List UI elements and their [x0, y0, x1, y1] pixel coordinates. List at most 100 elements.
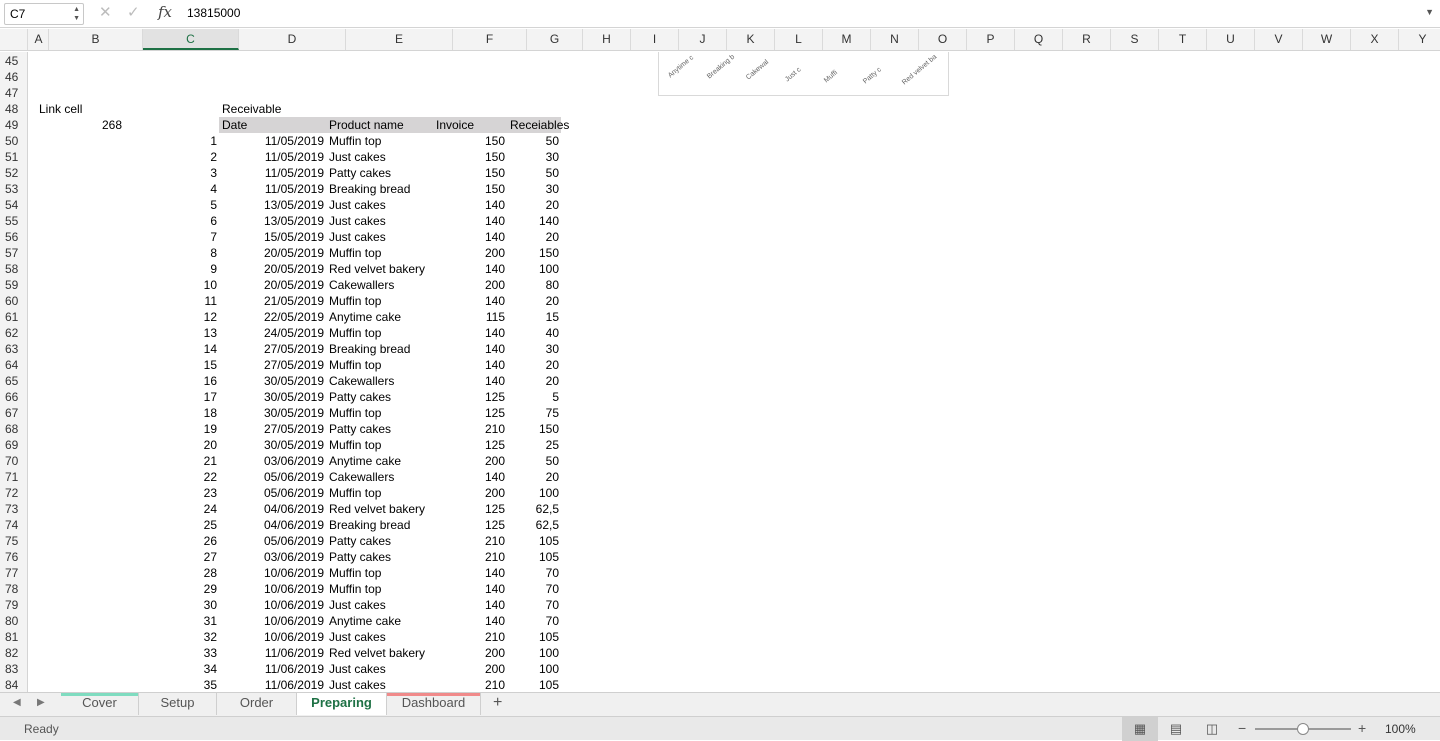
record-product[interactable]: Anytime cake [329, 453, 433, 469]
record-receivable[interactable]: 20 [510, 357, 559, 373]
record-receivable[interactable]: 30 [510, 149, 559, 165]
column-header-l[interactable]: L [775, 29, 823, 50]
enter-icon[interactable]: ✓ [127, 4, 140, 22]
record-invoice[interactable]: 210 [436, 677, 505, 692]
record-product[interactable]: Muffin top [329, 293, 433, 309]
column-header-v[interactable]: V [1255, 29, 1303, 50]
row-header[interactable]: 65 [0, 373, 27, 389]
header-invoice[interactable]: Invoice [436, 117, 474, 133]
record-index[interactable]: 15 [125, 357, 217, 373]
row-header[interactable]: 63 [0, 341, 27, 357]
row-header[interactable]: 75 [0, 533, 27, 549]
record-invoice[interactable]: 140 [436, 357, 505, 373]
record-receivable[interactable]: 20 [510, 229, 559, 245]
record-product[interactable]: Just cakes [329, 197, 433, 213]
row-header[interactable]: 66 [0, 389, 27, 405]
record-date[interactable]: 30/05/2019 [222, 437, 324, 453]
record-date[interactable]: 04/06/2019 [222, 501, 324, 517]
row-header[interactable]: 47 [0, 85, 27, 101]
record-receivable[interactable]: 40 [510, 325, 559, 341]
column-header-r[interactable]: R [1063, 29, 1111, 50]
function-icon[interactable]: fx [158, 3, 172, 21]
record-date[interactable]: 30/05/2019 [222, 373, 324, 389]
row-header[interactable]: 64 [0, 357, 27, 373]
record-date[interactable]: 03/06/2019 [222, 549, 324, 565]
row-header[interactable]: 83 [0, 661, 27, 677]
record-index[interactable]: 7 [125, 229, 217, 245]
record-date[interactable]: 30/05/2019 [222, 405, 324, 421]
record-product[interactable]: Red velvet bakery [329, 501, 433, 517]
record-product[interactable]: Just cakes [329, 661, 433, 677]
record-receivable[interactable]: 20 [510, 373, 559, 389]
record-product[interactable]: Cakewallers [329, 373, 433, 389]
normal-view-icon[interactable]: ▦ [1122, 717, 1158, 741]
record-receivable[interactable]: 30 [510, 341, 559, 357]
row-header[interactable]: 48 [0, 101, 27, 117]
record-date[interactable]: 03/06/2019 [222, 453, 324, 469]
record-invoice[interactable]: 125 [436, 389, 505, 405]
record-date[interactable]: 10/06/2019 [222, 613, 324, 629]
record-index[interactable]: 34 [125, 661, 217, 677]
column-header-x[interactable]: X [1351, 29, 1399, 50]
column-header-m[interactable]: M [823, 29, 871, 50]
record-receivable[interactable]: 105 [510, 677, 559, 692]
record-index[interactable]: 3 [125, 165, 217, 181]
record-date[interactable]: 24/05/2019 [222, 325, 324, 341]
record-receivable[interactable]: 105 [510, 549, 559, 565]
record-invoice[interactable]: 210 [436, 533, 505, 549]
record-date[interactable]: 05/06/2019 [222, 485, 324, 501]
record-invoice[interactable]: 140 [436, 565, 505, 581]
row-header[interactable]: 71 [0, 469, 27, 485]
formula-input[interactable]: 13815000 [187, 6, 240, 20]
record-product[interactable]: Cakewallers [329, 277, 433, 293]
row-header[interactable]: 58 [0, 261, 27, 277]
zoom-in-button[interactable]: + [1358, 720, 1366, 736]
record-invoice[interactable]: 150 [436, 149, 505, 165]
record-date[interactable]: 11/05/2019 [222, 181, 324, 197]
record-index[interactable]: 18 [125, 405, 217, 421]
record-index[interactable]: 24 [125, 501, 217, 517]
record-date[interactable]: 15/05/2019 [222, 229, 324, 245]
cancel-icon[interactable]: ✕ [99, 4, 112, 22]
row-header[interactable]: 68 [0, 421, 27, 437]
record-date[interactable]: 10/06/2019 [222, 629, 324, 645]
record-invoice[interactable]: 200 [436, 453, 505, 469]
record-product[interactable]: Patty cakes [329, 549, 433, 565]
row-header[interactable]: 49 [0, 117, 27, 133]
record-receivable[interactable]: 50 [510, 133, 559, 149]
record-date[interactable]: 11/05/2019 [222, 149, 324, 165]
record-date[interactable]: 21/05/2019 [222, 293, 324, 309]
zoom-out-button[interactable]: − [1238, 720, 1246, 736]
record-invoice[interactable]: 140 [436, 469, 505, 485]
record-index[interactable]: 1 [125, 133, 217, 149]
next-sheet-icon[interactable]: ▶ [37, 697, 45, 708]
row-header[interactable]: 70 [0, 453, 27, 469]
record-index[interactable]: 35 [125, 677, 217, 692]
record-product[interactable]: Breaking bread [329, 341, 433, 357]
column-header-g[interactable]: G [527, 29, 583, 50]
record-receivable[interactable]: 30 [510, 181, 559, 197]
record-product[interactable]: Cakewallers [329, 469, 433, 485]
link-cell-value[interactable]: 268 [81, 117, 122, 133]
chart-fragment[interactable]: Anytime c Breaking b Cakewal Just c Muffi Pat… [658, 52, 949, 96]
record-invoice[interactable]: 200 [436, 245, 505, 261]
record-index[interactable]: 20 [125, 437, 217, 453]
record-receivable[interactable]: 140 [510, 213, 559, 229]
record-product[interactable]: Just cakes [329, 149, 433, 165]
zoom-slider[interactable] [1255, 723, 1351, 735]
column-header-q[interactable]: Q [1015, 29, 1063, 50]
row-header[interactable]: 61 [0, 309, 27, 325]
row-header[interactable]: 79 [0, 597, 27, 613]
record-receivable[interactable]: 15 [510, 309, 559, 325]
record-product[interactable]: Breaking bread [329, 181, 433, 197]
row-header[interactable]: 76 [0, 549, 27, 565]
record-product[interactable]: Just cakes [329, 597, 433, 613]
select-all-corner[interactable] [0, 29, 28, 50]
record-date[interactable]: 05/06/2019 [222, 469, 324, 485]
record-index[interactable]: 5 [125, 197, 217, 213]
record-product[interactable]: Muffin top [329, 357, 433, 373]
sheet-tab-cover[interactable]: Cover [61, 693, 139, 715]
record-invoice[interactable]: 140 [436, 325, 505, 341]
record-product[interactable]: Red velvet bakery [329, 645, 433, 661]
record-date[interactable]: 11/05/2019 [222, 133, 324, 149]
